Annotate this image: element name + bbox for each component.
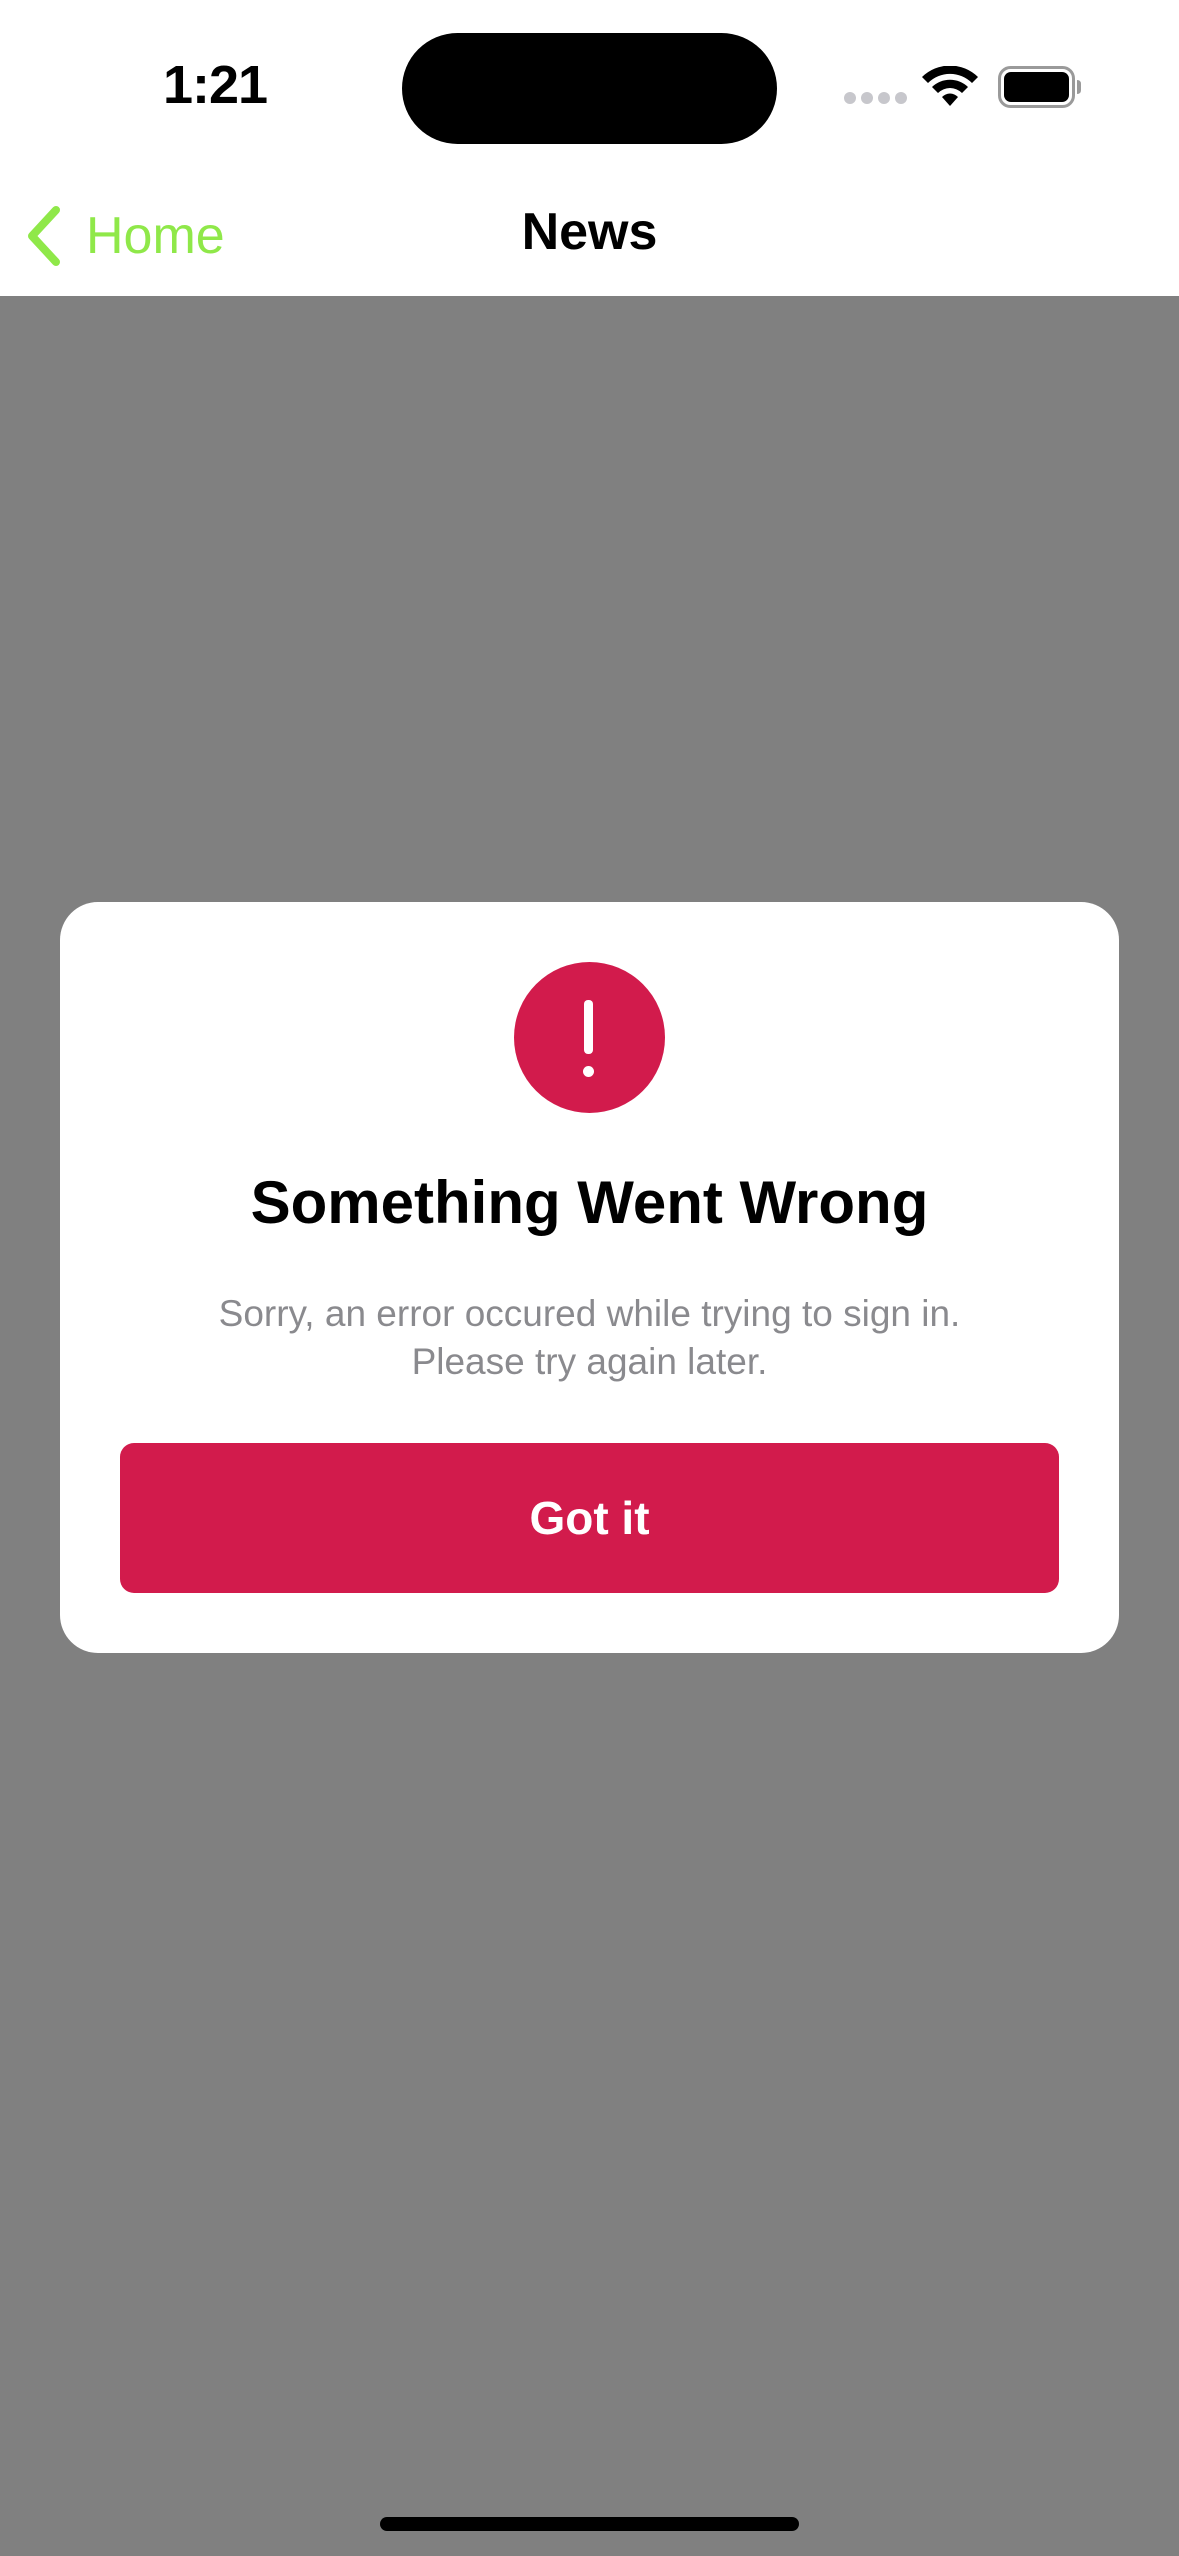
- alert-title: Something Went Wrong: [250, 1169, 929, 1236]
- alert-message-line: Please try again later.: [411, 1341, 768, 1382]
- battery-icon: [998, 66, 1081, 108]
- alert-message: Sorry, an error occured while trying to …: [120, 1290, 1059, 1386]
- status-bar: 1:21: [0, 0, 1179, 176]
- home-indicator[interactable]: [380, 2517, 799, 2531]
- cellular-signal-icon: [844, 92, 907, 106]
- page-title: News: [521, 203, 658, 261]
- wifi-icon: [922, 66, 978, 106]
- error-alert-dialog: Something Went Wrong Sorry, an error occ…: [60, 902, 1119, 1653]
- status-time: 1:21: [162, 55, 268, 115]
- exclamation-icon: [514, 962, 665, 1113]
- got-it-button[interactable]: Got it: [120, 1443, 1059, 1593]
- navigation-bar: Home News: [0, 176, 1179, 296]
- dynamic-island: [402, 33, 777, 144]
- alert-message-line: Sorry, an error occured while trying to …: [218, 1293, 961, 1334]
- screen: 1:21 Home News Something Went Wrong Sorr…: [0, 0, 1179, 2556]
- got-it-button-label: Got it: [529, 1492, 650, 1544]
